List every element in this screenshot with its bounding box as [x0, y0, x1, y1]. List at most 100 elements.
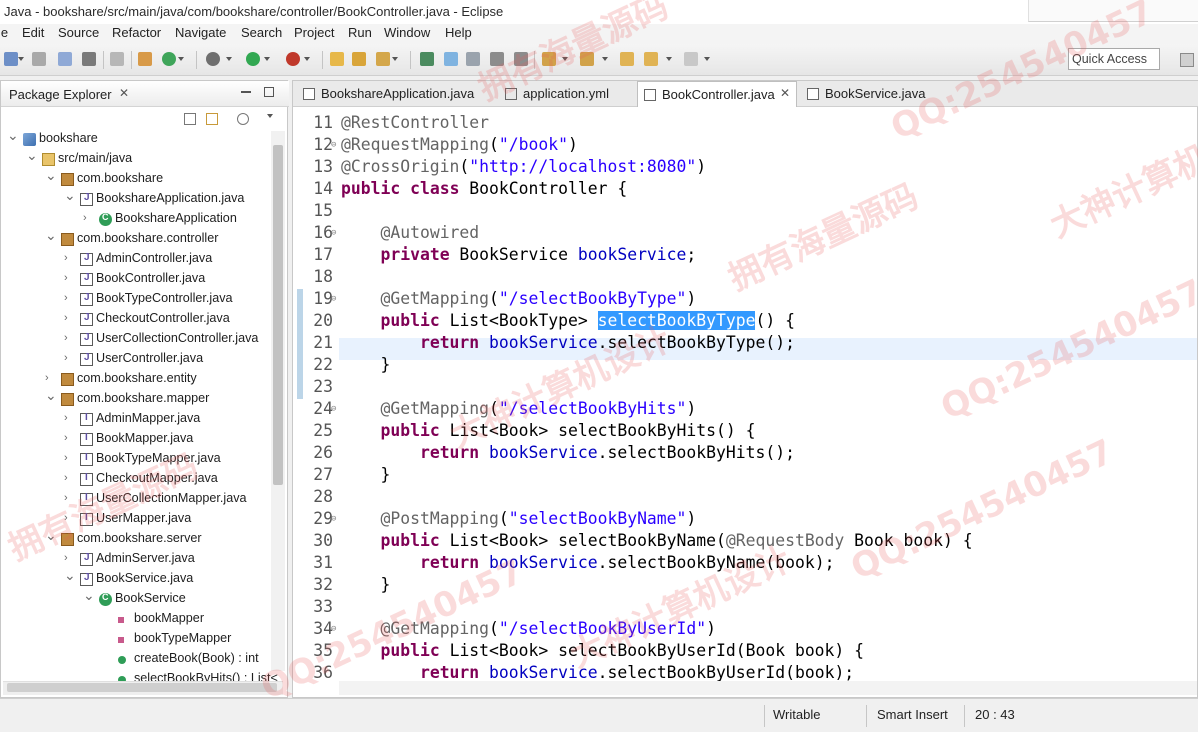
collapse-all-icon[interactable]: [184, 113, 196, 125]
chevron-right-icon[interactable]: ›: [64, 332, 74, 344]
code-line[interactable]: @CrossOrigin("http://localhost:8080"): [341, 157, 706, 176]
chevron-right-icon[interactable]: ›: [45, 372, 55, 384]
tree-item[interactable]: › AdminController.java: [1, 249, 269, 269]
maximize-icon[interactable]: [264, 87, 274, 97]
tab-application-yml[interactable]: application.yml: [499, 81, 635, 107]
code-line[interactable]: public List<Book> selectBookByName(@Requ…: [341, 531, 972, 550]
fold-toggle-icon[interactable]: ⊖: [331, 404, 336, 414]
tree-item[interactable]: ⌄ BookshareApplication.java: [1, 187, 269, 209]
previous-annotation-icon[interactable]: [580, 52, 594, 66]
show-whitespace-icon[interactable]: [490, 52, 504, 66]
tree-item[interactable]: › CheckoutMapper.java: [1, 469, 269, 489]
fold-toggle-icon[interactable]: ⊖: [331, 624, 336, 634]
tree-item[interactable]: ⌄ BookService.java: [1, 567, 269, 589]
tree-item[interactable]: › UserCollectionController.java: [1, 329, 269, 349]
chevron-down-icon[interactable]: [226, 57, 232, 61]
chevron-right-icon[interactable]: ›: [64, 272, 74, 284]
chevron-down-icon[interactable]: [704, 57, 710, 61]
menu-project[interactable]: Project: [294, 25, 334, 40]
tree-item[interactable]: bookMapper: [1, 609, 269, 629]
skip-breakpoints-icon[interactable]: [110, 52, 124, 66]
tree-item[interactable]: createBook(Book) : int: [1, 649, 269, 669]
chevron-down-icon[interactable]: [562, 57, 568, 61]
chevron-right-icon[interactable]: ›: [83, 212, 93, 224]
tree-item[interactable]: › BookshareApplication: [1, 209, 269, 229]
tree-item[interactable]: ⌄ BookService: [1, 587, 269, 609]
new-package-icon[interactable]: [138, 52, 152, 66]
menu-navigate[interactable]: Navigate: [175, 25, 226, 40]
chevron-down-icon[interactable]: [18, 57, 24, 61]
code-line[interactable]: @GetMapping("/selectBookByHits"): [341, 399, 696, 418]
tree-item[interactable]: bookTypeMapper: [1, 629, 269, 649]
menu-source[interactable]: Source: [58, 25, 99, 40]
open-type-icon[interactable]: [330, 52, 344, 66]
paragraph-icon[interactable]: [514, 52, 528, 66]
tree-item[interactable]: ⌄ com.bookshare.server: [1, 527, 269, 549]
debug-icon[interactable]: [206, 52, 220, 66]
code-line[interactable]: }: [341, 575, 390, 594]
chevron-right-icon[interactable]: ›: [64, 432, 74, 444]
tree-item[interactable]: ⌄ com.bookshare.mapper: [1, 387, 269, 409]
new-icon[interactable]: [4, 52, 18, 66]
chevron-right-icon[interactable]: ›: [64, 252, 74, 264]
chevron-right-icon[interactable]: ›: [64, 412, 74, 424]
focus-icon[interactable]: [237, 113, 249, 125]
next-annotation-icon[interactable]: [542, 52, 556, 66]
chevron-right-icon[interactable]: ›: [64, 512, 74, 524]
menu-search[interactable]: Search: [241, 25, 282, 40]
tree-item[interactable]: › BookController.java: [1, 269, 269, 289]
code-line[interactable]: return bookService.selectBookByName(book…: [341, 553, 835, 572]
chevron-down-icon[interactable]: ⌄: [7, 127, 19, 144]
code-line[interactable]: public List<Book> selectBookByHits() {: [341, 421, 755, 440]
forward-icon[interactable]: [684, 52, 698, 66]
chevron-down-icon[interactable]: [178, 57, 184, 61]
code-line[interactable]: public List<Book> selectBookByUserId(Boo…: [341, 641, 864, 660]
chevron-right-icon[interactable]: ›: [64, 312, 74, 324]
chevron-down-icon[interactable]: ⌄: [45, 527, 57, 544]
quick-access-input[interactable]: Quick Access: [1068, 48, 1160, 70]
external-tools-icon[interactable]: [286, 52, 300, 66]
package-explorer-tab[interactable]: Package Explorer ✕: [1, 81, 289, 107]
open-resource-icon[interactable]: [352, 52, 366, 66]
tree-item[interactable]: › BookMapper.java: [1, 429, 269, 449]
tree-item[interactable]: ⌄ src/main/java: [1, 147, 269, 169]
tree-item[interactable]: › CheckoutController.java: [1, 309, 269, 329]
chevron-right-icon[interactable]: ›: [64, 492, 74, 504]
horizontal-scrollbar-thumb[interactable]: [7, 683, 277, 692]
chevron-down-icon[interactable]: [304, 57, 310, 61]
code-line[interactable]: @GetMapping("/selectBookByType"): [341, 289, 696, 308]
save-all-icon[interactable]: [58, 52, 72, 66]
tree-item[interactable]: ⌄ com.bookshare.controller: [1, 227, 269, 249]
menu-window[interactable]: Window: [384, 25, 430, 40]
code-line[interactable]: }: [341, 355, 390, 374]
tree-item[interactable]: › UserMapper.java: [1, 509, 269, 529]
search-icon[interactable]: [376, 52, 390, 66]
chevron-down-icon[interactable]: ⌄: [64, 567, 76, 584]
tree-item[interactable]: › UserController.java: [1, 349, 269, 369]
open-perspective-icon[interactable]: [1180, 53, 1194, 67]
tab-bookcontroller[interactable]: BookController.java ✕: [637, 81, 797, 107]
tree-item[interactable]: › AdminServer.java: [1, 549, 269, 569]
print-icon[interactable]: [82, 52, 96, 66]
tree-item[interactable]: › com.bookshare.entity: [1, 369, 269, 389]
tree-item[interactable]: › UserCollectionMapper.java: [1, 489, 269, 509]
code-line[interactable]: public class BookController {: [341, 179, 627, 198]
menu-file[interactable]: le: [0, 25, 8, 40]
chevron-down-icon[interactable]: [392, 57, 398, 61]
chevron-right-icon[interactable]: ›: [64, 352, 74, 364]
new-class-icon[interactable]: [162, 52, 176, 66]
code-line[interactable]: @RequestMapping("/book"): [341, 135, 578, 154]
code-line[interactable]: return bookService.selectBookByHits();: [341, 443, 795, 462]
chevron-down-icon[interactable]: [264, 57, 270, 61]
chevron-down-icon[interactable]: ⌄: [64, 187, 76, 204]
code-line[interactable]: @Autowired: [341, 223, 479, 242]
tree-item[interactable]: › AdminMapper.java: [1, 409, 269, 429]
tree-item[interactable]: › BookTypeMapper.java: [1, 449, 269, 469]
code-line[interactable]: return bookService.selectBookByType();: [341, 333, 795, 352]
fold-toggle-icon[interactable]: ⊖: [331, 140, 336, 150]
close-icon[interactable]: ✕: [780, 86, 790, 100]
minimize-icon[interactable]: [241, 91, 251, 93]
chevron-down-icon[interactable]: ⌄: [45, 227, 57, 244]
tree-item[interactable]: › BookTypeController.java: [1, 289, 269, 309]
chevron-down-icon[interactable]: [602, 57, 608, 61]
